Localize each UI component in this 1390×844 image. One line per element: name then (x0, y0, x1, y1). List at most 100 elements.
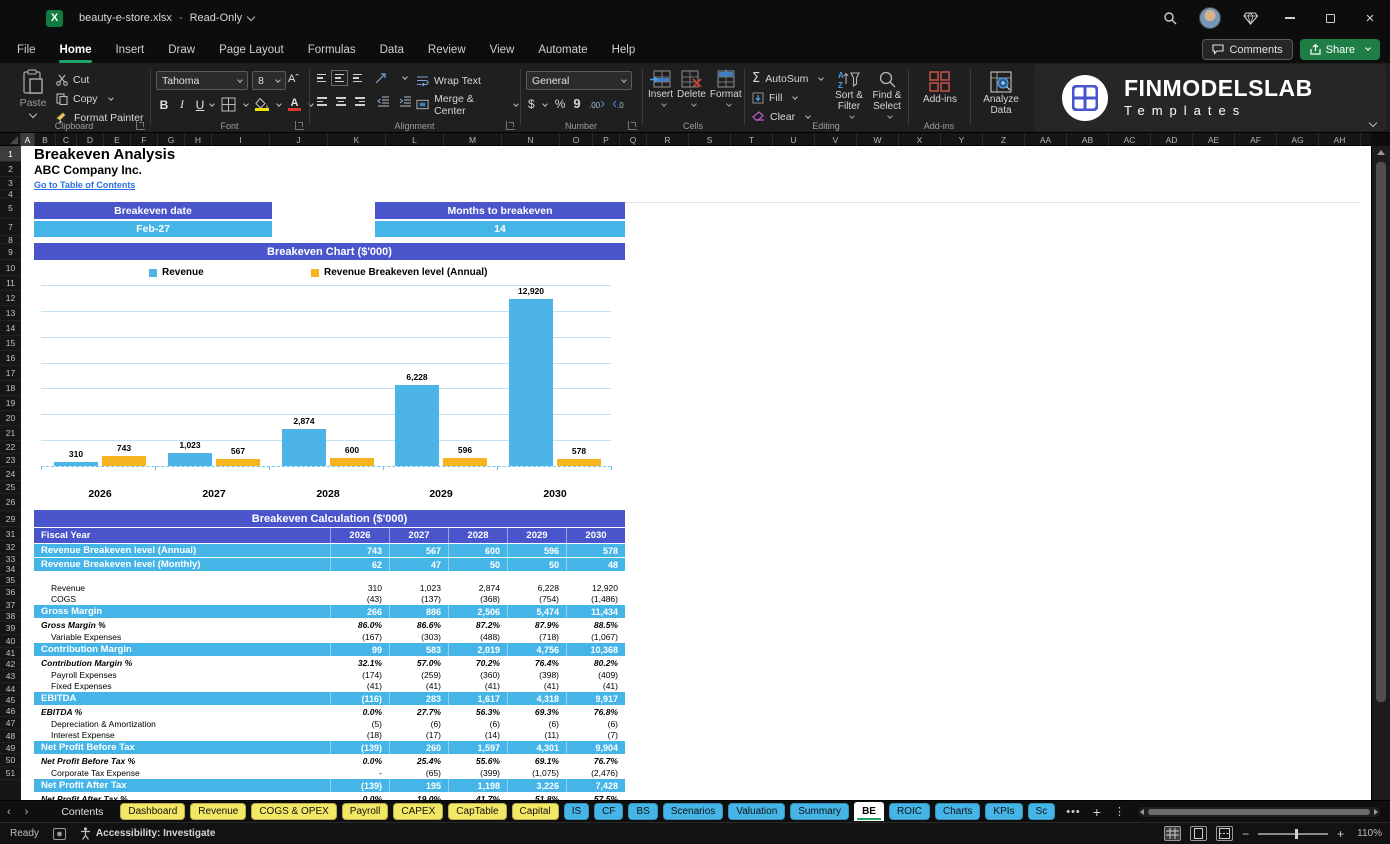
zoom-out-button[interactable]: − (1242, 827, 1249, 841)
align-center-button[interactable] (336, 97, 346, 106)
restore-button[interactable] (1310, 0, 1350, 36)
column-header-Y[interactable]: Y (941, 133, 983, 146)
column-header-E[interactable]: E (104, 133, 131, 146)
bold-button[interactable]: B (156, 98, 172, 112)
italic-button[interactable]: I (174, 97, 190, 112)
row-header-29[interactable]: 29 (0, 511, 21, 527)
increase-indent-button[interactable] (399, 96, 412, 107)
row-header-11[interactable]: 11 (0, 276, 21, 291)
row-header-10[interactable]: 10 (0, 260, 21, 276)
sheet-tab-dashboard[interactable]: Dashboard (120, 803, 186, 820)
column-header-O[interactable]: O (560, 133, 593, 146)
row-header-16[interactable]: 16 (0, 351, 21, 366)
column-header-B[interactable]: B (35, 133, 56, 146)
vertical-scrollbar[interactable] (1371, 146, 1390, 800)
comma-format-button[interactable]: 9 (573, 96, 580, 111)
row-header-33[interactable]: 33 (0, 554, 21, 564)
column-header-AG[interactable]: AG (1277, 133, 1319, 146)
column-header-Q[interactable]: Q (620, 133, 647, 146)
column-header-AF[interactable]: AF (1235, 133, 1277, 146)
row-header-15[interactable]: 15 (0, 336, 21, 351)
find-select-button[interactable]: Find & Select (868, 70, 906, 123)
row-header-39[interactable]: 39 (0, 622, 21, 635)
row-header-26[interactable]: 26 (0, 494, 21, 511)
column-header-D[interactable]: D (77, 133, 104, 146)
number-dialog-launcher[interactable] (628, 121, 637, 130)
analyze-data-button[interactable]: Analyze Data (976, 70, 1026, 116)
column-header-AE[interactable]: AE (1193, 133, 1235, 146)
wrap-text-button[interactable]: Wrap Text (416, 72, 481, 89)
sheet-tab-cf[interactable]: CF (594, 803, 624, 820)
sheet-tab-be[interactable]: BE (854, 802, 884, 821)
sheet-tab-contents[interactable]: Contents (49, 803, 115, 820)
row-header-31[interactable]: 31 (0, 527, 21, 541)
zoom-slider-thumb[interactable] (1294, 828, 1298, 839)
scroll-up-icon[interactable] (1377, 150, 1385, 155)
decrease-indent-button[interactable] (377, 96, 390, 107)
page-break-view-button[interactable] (1216, 826, 1234, 841)
row-header-37[interactable]: 37 (0, 599, 21, 611)
menu-tab-help[interactable]: Help (603, 39, 645, 61)
column-header-AC[interactable]: AC (1109, 133, 1151, 146)
menu-tab-insert[interactable]: Insert (106, 39, 153, 61)
comments-button[interactable]: Comments (1202, 39, 1293, 60)
row-header-38[interactable]: 38 (0, 611, 21, 622)
more-sheets-button[interactable]: ••• (1060, 806, 1087, 818)
row-header-36[interactable]: 36 (0, 586, 21, 599)
page-layout-view-button[interactable] (1190, 826, 1208, 841)
delete-cells-button[interactable]: Delete (677, 69, 706, 111)
normal-view-button[interactable] (1164, 826, 1182, 841)
row-header-40[interactable]: 40 (0, 635, 21, 648)
zoom-level[interactable]: 110% (1357, 828, 1382, 839)
column-header-L[interactable]: L (386, 133, 444, 146)
zoom-slider[interactable] (1258, 828, 1329, 839)
row-header-46[interactable]: 46 (0, 706, 21, 717)
column-header-A[interactable]: A (21, 133, 35, 146)
row-header-14[interactable]: 14 (0, 321, 21, 336)
zoom-in-button[interactable]: + (1337, 827, 1344, 841)
fill-color-button[interactable] (255, 98, 269, 111)
row-header-7[interactable]: 7 (0, 219, 21, 236)
avatar[interactable] (1190, 0, 1230, 36)
addins-button[interactable]: Add-ins (918, 70, 962, 105)
readonly-chevron-icon[interactable] (246, 12, 256, 22)
row-header-21[interactable]: 21 (0, 426, 21, 441)
row-header-50[interactable]: 50 (0, 754, 21, 767)
column-header-P[interactable]: P (593, 133, 620, 146)
share-button[interactable]: Share (1299, 39, 1380, 60)
row-header-43[interactable]: 43 (0, 670, 21, 683)
row-header-41[interactable]: 41 (0, 648, 21, 659)
align-right-button[interactable] (355, 97, 365, 106)
column-header-V[interactable]: V (815, 133, 857, 146)
menu-tab-page-layout[interactable]: Page Layout (210, 39, 293, 61)
sheet-tab-kpis[interactable]: KPIs (985, 803, 1023, 820)
menu-tab-home[interactable]: Home (51, 39, 101, 63)
sheet-tab-payroll[interactable]: Payroll (341, 803, 389, 820)
column-header-R[interactable]: R (647, 133, 689, 146)
column-header-M[interactable]: M (444, 133, 502, 146)
clipboard-dialog-launcher[interactable] (136, 121, 145, 130)
currency-chevron-icon[interactable] (541, 100, 548, 107)
column-header-AA[interactable]: AA (1025, 133, 1067, 146)
column-header-J[interactable]: J (270, 133, 328, 146)
sheet-tab-sc[interactable]: Sc (1027, 803, 1056, 820)
grow-font-button[interactable]: Aˆ (288, 73, 299, 85)
align-left-button[interactable] (317, 97, 327, 106)
row-header-22[interactable]: 22 (0, 441, 21, 454)
borders-chevron-icon[interactable] (243, 100, 249, 107)
number-format-select[interactable]: General (526, 71, 632, 90)
select-all-corner[interactable] (0, 133, 21, 146)
fill-button[interactable]: Fill (752, 89, 823, 106)
borders-button[interactable] (221, 97, 236, 112)
sheet-tab-capital[interactable]: Capital (511, 803, 559, 820)
fill-color-chevron-icon[interactable] (276, 100, 282, 107)
new-sheet-button[interactable]: + (1087, 804, 1108, 820)
row-header-17[interactable]: 17 (0, 366, 21, 381)
sheet-tab-charts[interactable]: Charts (934, 803, 981, 820)
column-header-N[interactable]: N (502, 133, 560, 146)
row-header-42[interactable]: 42 (0, 659, 21, 670)
row-header-47[interactable]: 47 (0, 717, 21, 730)
row-header-8[interactable]: 8 (0, 235, 21, 245)
menu-tab-review[interactable]: Review (419, 39, 475, 61)
column-header-U[interactable]: U (773, 133, 815, 146)
